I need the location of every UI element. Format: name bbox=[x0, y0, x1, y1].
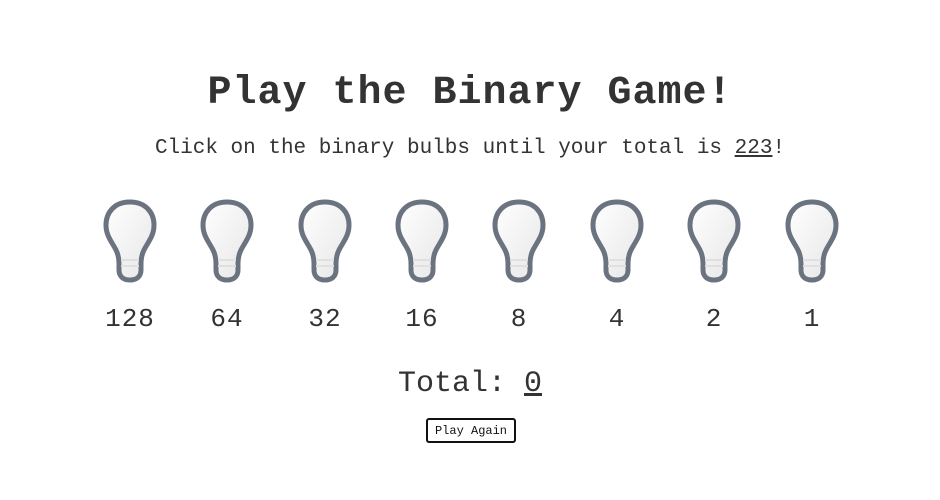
bulbs-row: 128 64 32 16 8 4 2 1 bbox=[0, 198, 940, 348]
bulb-value: 64 bbox=[210, 304, 244, 334]
lightbulb-icon[interactable] bbox=[784, 198, 840, 284]
bulb-8[interactable]: 8 bbox=[474, 198, 564, 334]
bulb-value: 32 bbox=[308, 304, 342, 334]
bulb-value: 2 bbox=[705, 304, 723, 334]
bulb-value: 8 bbox=[510, 304, 528, 334]
play-again-button[interactable]: Play Again bbox=[426, 418, 516, 443]
target-number: 223 bbox=[734, 137, 773, 160]
instructions-suffix: ! bbox=[772, 137, 786, 160]
lightbulb-icon[interactable] bbox=[686, 198, 742, 284]
page-title: Play the Binary Game! bbox=[207, 71, 733, 116]
lightbulb-icon[interactable] bbox=[199, 198, 255, 284]
instructions: Click on the binary bulbs until your tot… bbox=[0, 134, 940, 164]
bulb-64[interactable]: 64 bbox=[182, 198, 272, 334]
total-label: Total: bbox=[397, 367, 524, 401]
bulb-value: 1 bbox=[803, 304, 821, 334]
bulb-16[interactable]: 16 bbox=[377, 198, 467, 334]
bulb-value: 16 bbox=[405, 304, 439, 334]
bulb-4[interactable]: 4 bbox=[572, 198, 662, 334]
lightbulb-icon[interactable] bbox=[102, 198, 158, 284]
total-display: Total: 0 bbox=[0, 366, 940, 402]
bulb-1[interactable]: 1 bbox=[767, 198, 857, 334]
bulb-128[interactable]: 128 bbox=[85, 198, 175, 334]
lightbulb-icon[interactable] bbox=[491, 198, 547, 284]
total-value: 0 bbox=[524, 367, 543, 401]
bulb-32[interactable]: 32 bbox=[280, 198, 370, 334]
bulb-value: 4 bbox=[608, 304, 626, 334]
bulb-value: 128 bbox=[105, 304, 155, 334]
lightbulb-icon[interactable] bbox=[297, 198, 353, 284]
bulb-2[interactable]: 2 bbox=[669, 198, 759, 334]
instructions-text: Click on the binary bulbs until your tot… bbox=[154, 137, 735, 160]
lightbulb-icon[interactable] bbox=[589, 198, 645, 284]
lightbulb-icon[interactable] bbox=[394, 198, 450, 284]
